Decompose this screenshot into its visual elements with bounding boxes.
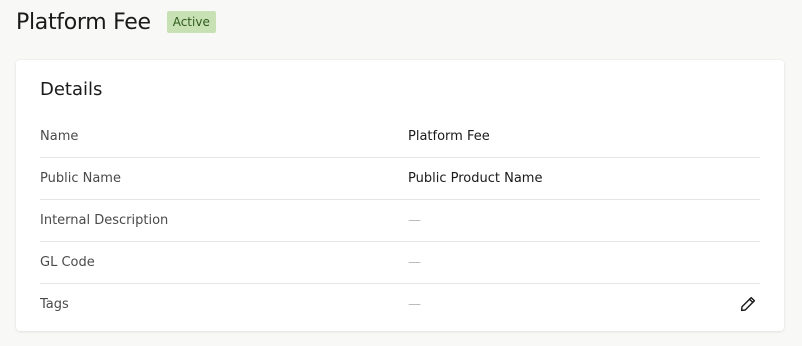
detail-label: Public Name	[40, 171, 121, 186]
details-card: Details Name Platform Fee Public Name Pu…	[16, 60, 784, 331]
page-title: Platform Fee	[16, 9, 151, 35]
detail-row-public-name: Public Name Public Product Name	[40, 158, 760, 200]
detail-value: —	[408, 297, 421, 312]
detail-label: Tags	[40, 297, 69, 312]
detail-value: —	[408, 255, 421, 270]
details-title: Details	[40, 79, 103, 100]
detail-value: —	[408, 213, 421, 228]
pencil-icon	[740, 296, 756, 312]
detail-value: Public Product Name	[408, 171, 543, 186]
detail-row-tags: Tags —	[40, 284, 760, 325]
detail-row-internal-description: Internal Description —	[40, 200, 760, 242]
detail-label: GL Code	[40, 255, 95, 270]
detail-value: Platform Fee	[408, 129, 490, 144]
page-header: Platform Fee Active	[16, 8, 216, 36]
details-list: Name Platform Fee Public Name Public Pro…	[40, 116, 760, 325]
detail-row-name: Name Platform Fee	[40, 116, 760, 158]
detail-row-gl-code: GL Code —	[40, 242, 760, 284]
detail-label: Name	[40, 129, 79, 144]
detail-label: Internal Description	[40, 213, 169, 228]
edit-button[interactable]	[738, 294, 758, 314]
status-badge: Active	[166, 11, 216, 33]
